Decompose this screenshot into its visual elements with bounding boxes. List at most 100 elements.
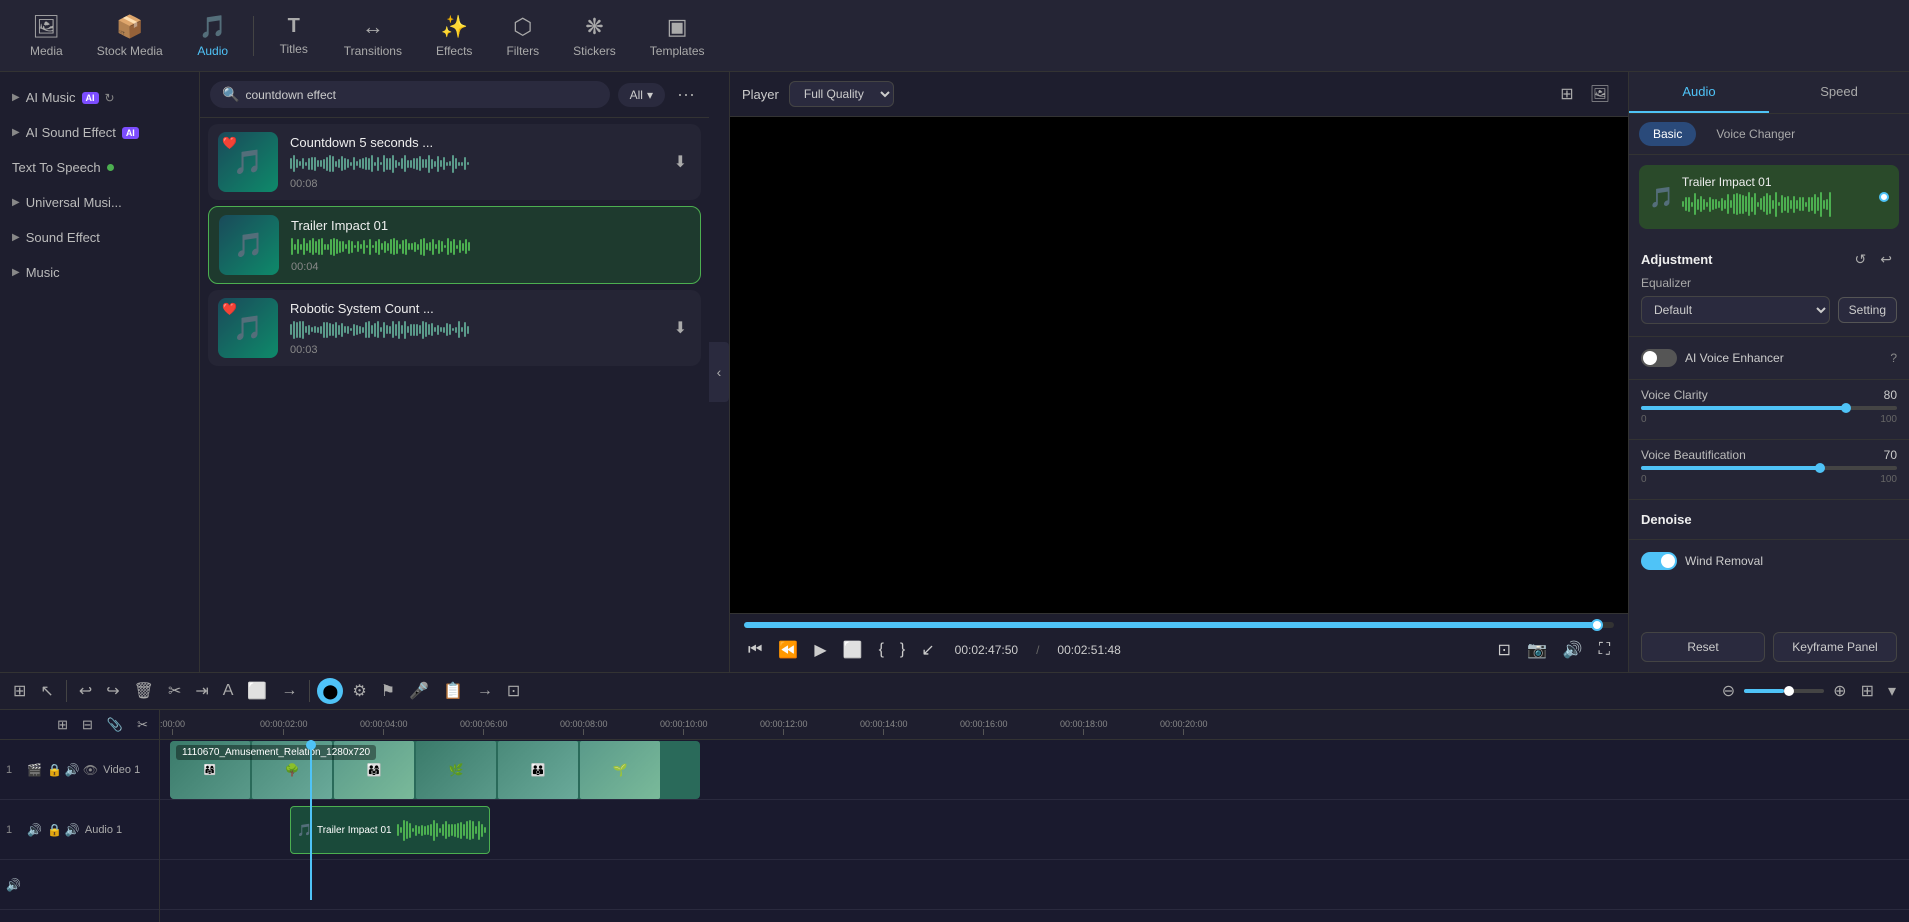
- filter-button[interactable]: All ▾: [618, 83, 665, 107]
- reset-button[interactable]: Reset: [1641, 632, 1765, 662]
- sidebar-item-music[interactable]: ▶ Music: [0, 255, 199, 290]
- tl-voice-button[interactable]: 🎤: [404, 677, 434, 705]
- download-button-robotic[interactable]: ⬇: [670, 314, 691, 342]
- sound-card-trailer-impact[interactable]: 🎵 Trailer Impact 01 00:04: [208, 206, 701, 284]
- tl-delete-button[interactable]: 🗑: [129, 677, 159, 705]
- video-eye-icon[interactable]: 👁: [83, 763, 98, 777]
- grid-view-button[interactable]: ⊞: [1554, 80, 1579, 108]
- more-options-button[interactable]: ···: [673, 80, 699, 109]
- video-volume-icon[interactable]: 🔊: [65, 763, 80, 777]
- toolbar-stock-media[interactable]: 📦 Stock Media: [83, 10, 177, 62]
- tl-grid-view-button[interactable]: ⊞: [1856, 677, 1879, 705]
- tl-more-button[interactable]: →: [276, 678, 302, 704]
- tl-clip-button[interactable]: 📎: [102, 713, 128, 737]
- video-lock-icon[interactable]: 🔒: [47, 763, 62, 777]
- toolbar-stock-media-label: Stock Media: [97, 44, 163, 58]
- tl-notes-button[interactable]: 📋: [438, 677, 468, 705]
- zoom-track[interactable]: [1744, 689, 1824, 693]
- zoom-in-button[interactable]: ⊕: [1828, 677, 1851, 705]
- adjustment-reset-button[interactable]: ↺: [1850, 249, 1872, 270]
- wind-removal-toggle[interactable]: [1641, 552, 1677, 570]
- tl-ai-cut-button[interactable]: ✂: [132, 713, 153, 737]
- sound-card-countdown[interactable]: ❤️ 🎵 Countdown 5 seconds ... 00:08 ⬇: [208, 124, 701, 200]
- tl-active-track-button[interactable]: ⬤: [317, 678, 343, 704]
- tab-audio[interactable]: Audio: [1629, 72, 1769, 113]
- voice-clarity-handle[interactable]: [1841, 403, 1851, 413]
- tl-link-button[interactable]: ⊟: [77, 713, 98, 737]
- tl-crop-button[interactable]: ⬜: [242, 677, 272, 705]
- step-back-button[interactable]: ⏮: [744, 637, 766, 663]
- download-button-countdown[interactable]: ⬇: [670, 148, 691, 176]
- tab-speed[interactable]: Speed: [1769, 72, 1909, 113]
- ai-voice-enhancer-toggle[interactable]: [1641, 349, 1677, 367]
- audio-clip-1[interactable]: 🎵 Trailer Impact 01: [290, 806, 490, 854]
- tl-pip-button[interactable]: ⊡: [502, 677, 525, 705]
- zoom-handle[interactable]: [1784, 686, 1794, 696]
- toolbar-stickers[interactable]: ❋ Stickers: [559, 10, 630, 62]
- audio-preview-handle[interactable]: [1879, 192, 1889, 202]
- fullscreen-button[interactable]: ⛶: [1595, 637, 1614, 663]
- frame-back-button[interactable]: ⏪: [774, 636, 802, 664]
- voice-beautification-track[interactable]: [1641, 466, 1897, 470]
- play-button[interactable]: ▶: [810, 636, 830, 664]
- tl-undo-button[interactable]: ↩: [74, 677, 97, 705]
- tl-arrow-button[interactable]: →: [472, 678, 498, 704]
- toolbar-audio[interactable]: 🎵 Audio: [183, 10, 243, 62]
- audio-preview-music-icon: 🎵: [1649, 185, 1674, 210]
- volume-button[interactable]: 🔊: [1559, 636, 1587, 664]
- mark-in-button[interactable]: {: [875, 637, 888, 663]
- tl-cursor-button[interactable]: ↖: [35, 677, 58, 705]
- tl-settings-button[interactable]: ⚙: [347, 677, 371, 705]
- equalizer-select[interactable]: Default: [1641, 296, 1830, 324]
- collapse-panel-button[interactable]: ‹: [709, 342, 729, 402]
- insert-button[interactable]: ↙: [917, 636, 938, 664]
- sound-duration-robotic: 00:03: [290, 344, 658, 356]
- progress-bar[interactable]: [744, 622, 1614, 628]
- sound-card-robotic[interactable]: ❤️ 🎵 Robotic System Count ... 00:03 ⬇: [208, 290, 701, 366]
- sidebar-item-ai-music[interactable]: ▶ AI Music AI ↻: [0, 80, 199, 115]
- tl-cut-button[interactable]: ✂: [163, 677, 186, 705]
- image-view-button[interactable]: 🖼: [1584, 80, 1616, 108]
- stop-button[interactable]: ⬜: [839, 636, 867, 664]
- zoom-out-button[interactable]: ⊖: [1717, 677, 1740, 705]
- adjustment-undo-button[interactable]: ↩: [1875, 249, 1897, 270]
- sidebar-item-text-to-speech[interactable]: Text To Speech: [0, 150, 199, 185]
- audio-volume-icon[interactable]: 🔊: [65, 823, 80, 837]
- progress-handle[interactable]: [1591, 619, 1603, 631]
- sub-tab-basic[interactable]: Basic: [1639, 122, 1696, 146]
- camera-button[interactable]: 📷: [1523, 636, 1551, 664]
- toolbar-transitions[interactable]: ↔ Transitions: [330, 10, 416, 62]
- toolbar-effects[interactable]: ✨ Effects: [422, 10, 486, 62]
- tl-split-button[interactable]: ⇥: [190, 677, 213, 705]
- tl-flag-button[interactable]: ⚑: [376, 677, 400, 705]
- voice-clarity-track[interactable]: [1641, 406, 1897, 410]
- templates-icon: ▣: [667, 14, 688, 40]
- tl-multi-select-button[interactable]: ⊞: [8, 677, 31, 705]
- layout-button[interactable]: ⊡: [1494, 636, 1515, 664]
- tl-text-button[interactable]: A: [218, 678, 239, 704]
- help-icon[interactable]: ?: [1890, 351, 1897, 365]
- toolbar-media[interactable]: 🖼 Media: [16, 10, 77, 62]
- toolbar-templates[interactable]: ▣ Templates: [636, 10, 719, 62]
- sidebar-item-universal-music[interactable]: ▶ Universal Musi...: [0, 185, 199, 220]
- equalizer-setting-button[interactable]: Setting: [1838, 297, 1897, 323]
- tl-redo-button[interactable]: ↪: [101, 677, 124, 705]
- tl-add-track-button[interactable]: ⊞: [52, 713, 73, 737]
- sidebar-item-sound-effect[interactable]: ▶ Sound Effect: [0, 220, 199, 255]
- audio-lock-icon[interactable]: 🔒: [47, 823, 62, 837]
- search-input-wrap[interactable]: 🔍: [210, 81, 610, 108]
- voice-beautification-handle[interactable]: [1815, 463, 1825, 473]
- toolbar-filters[interactable]: ⬡ Filters: [492, 10, 553, 62]
- toolbar-titles[interactable]: T Titles: [264, 11, 324, 60]
- sidebar-refresh-icon-ai-music: ↻: [105, 91, 115, 105]
- video-clip-1[interactable]: 👨‍👩‍👧 🌳 👨‍👩‍👧 🌿 👪 🌱 1110670_Amusement_Re…: [170, 741, 700, 799]
- search-input[interactable]: [245, 88, 597, 102]
- sidebar-item-ai-sound-effect[interactable]: ▶ AI Sound Effect AI: [0, 115, 199, 150]
- mark-out-button[interactable]: }: [896, 637, 909, 663]
- sub-tab-voice-changer[interactable]: Voice Changer: [1702, 122, 1809, 146]
- audio-clip-label: Trailer Impact 01: [317, 825, 392, 836]
- music-note-icon-trailer: 🎵: [234, 231, 264, 260]
- tl-chevron-button[interactable]: ▾: [1883, 677, 1901, 705]
- quality-select[interactable]: Full Quality Half Quality: [789, 81, 894, 107]
- keyframe-panel-button[interactable]: Keyframe Panel: [1773, 632, 1897, 662]
